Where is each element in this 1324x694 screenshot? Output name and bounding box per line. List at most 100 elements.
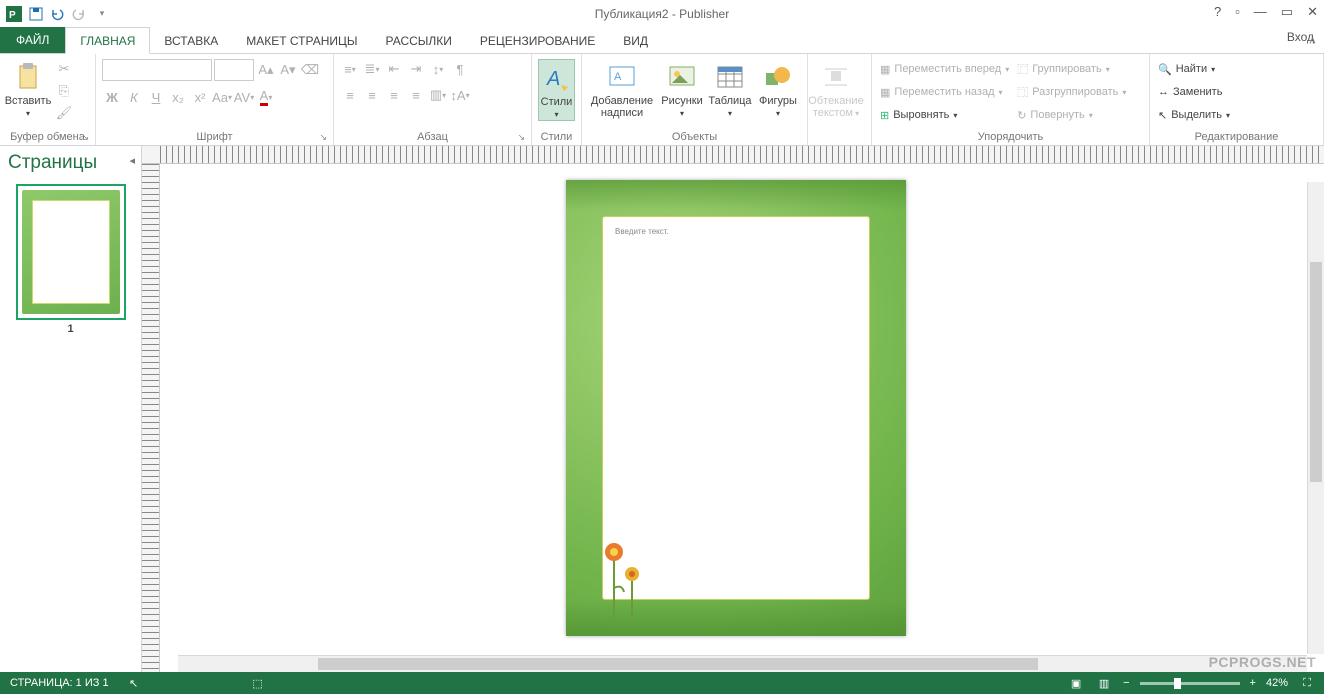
view-single-icon[interactable]: ▣ <box>1067 674 1085 692</box>
tab-view[interactable]: ВИД <box>609 28 662 53</box>
styles-button[interactable]: A Стили <box>538 59 575 121</box>
pointer-mode-icon[interactable]: ↖ <box>125 674 143 692</box>
ribbon-tabs: ФАЙЛ ГЛАВНАЯ ВСТАВКА МАКЕТ СТРАНИЦЫ РАСС… <box>0 28 1324 54</box>
pilcrow-icon[interactable]: ¶ <box>450 59 470 79</box>
app-icon: P <box>4 4 24 24</box>
close-button[interactable]: ✕ <box>1307 4 1318 20</box>
flower-decoration <box>594 528 654 618</box>
page-thumbnail-number: 1 <box>8 323 133 335</box>
tab-file[interactable]: ФАЙЛ <box>0 27 65 53</box>
save-icon[interactable] <box>26 4 46 24</box>
viewport[interactable]: Введите текст. <box>160 164 1324 672</box>
select-button[interactable]: ↖Выделить <box>1156 105 1232 125</box>
subscript-button[interactable]: x₂ <box>168 87 188 107</box>
horizontal-scrollbar[interactable] <box>178 655 1307 672</box>
tab-insert[interactable]: ВСТАВКА <box>150 28 232 53</box>
placeholder-text[interactable]: Введите текст. <box>615 227 669 236</box>
format-painter-icon[interactable]: 🖌 <box>54 103 74 123</box>
svg-text:P: P <box>9 10 16 21</box>
char-spacing-button[interactable]: AV <box>234 87 254 107</box>
decrease-indent-icon[interactable]: ⇤ <box>384 59 404 79</box>
collapse-ribbon-icon[interactable]: ˄ <box>1309 34 1316 48</box>
window-controls: ? ▫ — ▭ ✕ <box>1214 4 1318 20</box>
paragraph-launcher-icon[interactable]: ↘ <box>517 132 525 143</box>
qat-customize-icon[interactable]: ▾ <box>92 4 112 24</box>
align-center-icon[interactable]: ≡ <box>362 85 382 105</box>
publication-page[interactable]: Введите текст. <box>566 180 906 636</box>
shrink-font-icon[interactable]: A▾ <box>278 60 298 80</box>
justify-icon[interactable]: ≡ <box>406 85 426 105</box>
workspace: Страницы ◂ 1 Введите текст. <box>0 146 1324 672</box>
tab-page-layout[interactable]: МАКЕТ СТРАНИЦЫ <box>232 28 371 53</box>
maximize-button[interactable]: ▭ <box>1281 4 1293 20</box>
ribbon-display-button[interactable]: ▫ <box>1235 4 1240 20</box>
pictures-button[interactable]: Рисунки <box>660 59 704 119</box>
numbering-icon[interactable]: ≣ <box>362 59 382 79</box>
align-button[interactable]: ⊞Выровнять <box>878 105 1011 125</box>
bullets-icon[interactable]: ≡ <box>340 59 360 79</box>
columns-icon[interactable]: ▥ <box>428 85 448 105</box>
italic-button[interactable]: К <box>124 87 144 107</box>
zoom-slider[interactable] <box>1140 682 1240 685</box>
view-two-page-icon[interactable]: ▥ <box>1095 674 1113 692</box>
horizontal-ruler[interactable] <box>142 146 1324 164</box>
zoom-in-icon[interactable]: + <box>1250 677 1256 689</box>
undo-icon[interactable] <box>48 4 68 24</box>
paste-button[interactable]: Вставить <box>6 59 50 119</box>
line-spacing-icon[interactable]: ↕ <box>428 59 448 79</box>
vertical-scrollbar[interactable] <box>1307 182 1324 654</box>
page-indicator[interactable]: СТРАНИЦА: 1 ИЗ 1 <box>10 677 109 689</box>
align-left-icon[interactable]: ≡ <box>340 85 360 105</box>
ribbon: Вставить ✂ ⎘ 🖌 Буфер обмена↘ A▴ A▾ ⌫ Ж К… <box>0 54 1324 146</box>
group-wrap: Обтекание текстом <box>808 54 872 145</box>
align-right-icon[interactable]: ≡ <box>384 85 404 105</box>
shapes-button[interactable]: Фигуры <box>756 59 800 119</box>
bold-button[interactable]: Ж <box>102 87 122 107</box>
tab-review[interactable]: РЕЦЕНЗИРОВАНИЕ <box>466 28 609 53</box>
bring-forward-button: ▦Переместить вперед <box>878 59 1011 79</box>
group-button: ⿸Группировать <box>1015 59 1128 79</box>
canvas-area: Введите текст. <box>142 146 1324 672</box>
font-launcher-icon[interactable]: ↘ <box>319 132 327 143</box>
wrap-text-button: Обтекание текстом <box>814 59 858 119</box>
tab-home[interactable]: ГЛАВНАЯ <box>65 27 150 54</box>
clear-format-icon[interactable]: ⌫ <box>300 60 320 80</box>
caret-pos-icon[interactable]: ⬚ <box>249 674 267 692</box>
font-color-button[interactable]: A <box>256 87 276 107</box>
cut-icon[interactable]: ✂ <box>54 59 74 79</box>
font-family-combo[interactable] <box>102 59 212 81</box>
increase-indent-icon[interactable]: ⇥ <box>406 59 426 79</box>
tab-mailings[interactable]: РАССЫЛКИ <box>372 28 466 53</box>
superscript-button[interactable]: x² <box>190 87 210 107</box>
group-editing: 🔍Найти ↔Заменить ↖Выделить Редактировани… <box>1150 54 1324 145</box>
group-paragraph: ≡ ≣ ⇤ ⇥ ↕ ¶ ≡ ≡ ≡ ≡ ▥ ↕A Абзац↘ <box>334 54 532 145</box>
group-font: A▴ A▾ ⌫ Ж К Ч x₂ x² Aa AV A Шрифт↘ <box>96 54 334 145</box>
minimize-button[interactable]: — <box>1254 4 1267 20</box>
pages-collapse-icon[interactable]: ◂ <box>129 154 135 167</box>
change-case-button[interactable]: Aa <box>212 87 232 107</box>
font-size-combo[interactable] <box>214 59 254 81</box>
zoom-out-icon[interactable]: − <box>1123 677 1129 689</box>
copy-icon[interactable]: ⎘ <box>54 81 74 101</box>
grow-font-icon[interactable]: A▴ <box>256 60 276 80</box>
clipboard-launcher-icon[interactable]: ↘ <box>81 132 89 143</box>
fit-page-icon[interactable]: ⛶ <box>1298 674 1316 692</box>
vertical-ruler[interactable] <box>142 164 160 672</box>
group-clipboard: Вставить ✂ ⎘ 🖌 Буфер обмена↘ <box>0 54 96 145</box>
page-thumbnail[interactable] <box>16 184 126 320</box>
svg-text:A: A <box>546 68 560 90</box>
zoom-level[interactable]: 42% <box>1266 677 1288 689</box>
text-direction-icon[interactable]: ↕A <box>450 85 470 105</box>
window-title: Публикация2 - Publisher <box>595 7 729 21</box>
find-button[interactable]: 🔍Найти <box>1156 59 1232 79</box>
draw-textbox-button[interactable]: A Добавление надписи <box>588 59 656 119</box>
redo-icon[interactable] <box>70 4 90 24</box>
quick-access-toolbar: P ▾ <box>0 4 112 24</box>
underline-button[interactable]: Ч <box>146 87 166 107</box>
replace-button[interactable]: ↔Заменить <box>1156 82 1232 102</box>
table-button[interactable]: Таблица <box>708 59 752 119</box>
svg-text:A: A <box>614 71 622 83</box>
pages-panel: Страницы ◂ 1 <box>0 146 142 672</box>
help-button[interactable]: ? <box>1214 4 1221 20</box>
statusbar: СТРАНИЦА: 1 ИЗ 1 ↖ ⬚ ▣ ▥ − + 42% ⛶ <box>0 672 1324 694</box>
